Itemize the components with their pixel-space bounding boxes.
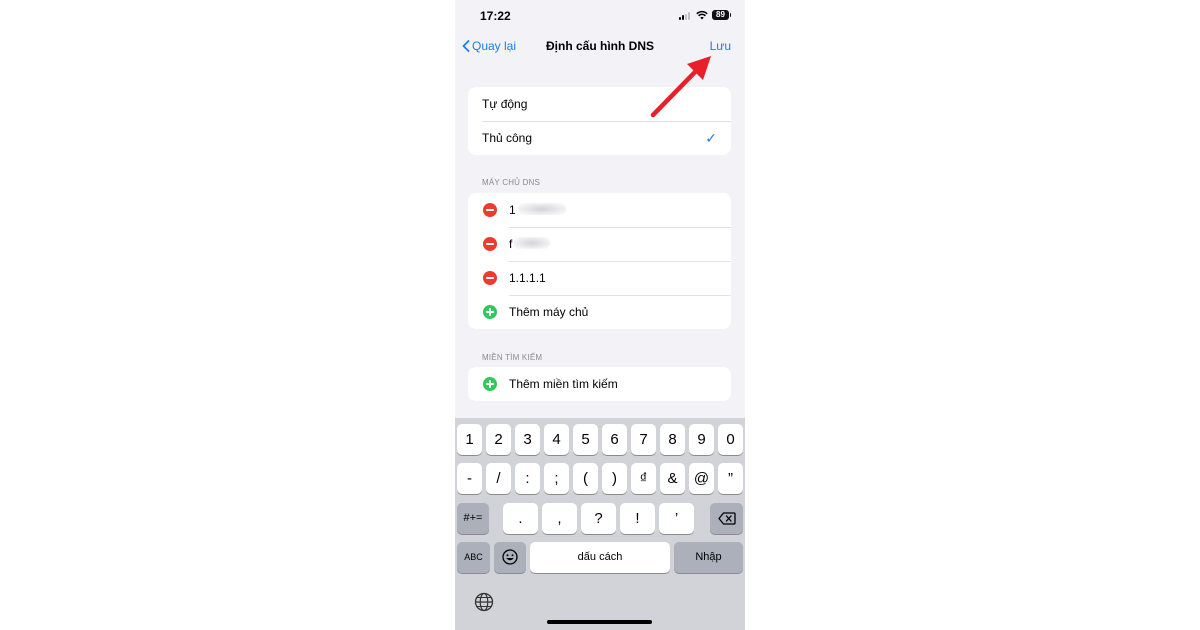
backspace-icon	[717, 512, 736, 525]
dns-server-value: 1	[509, 203, 516, 217]
add-icon[interactable]	[483, 305, 497, 319]
add-search-domain-label: Thêm miền tìm kiếm	[509, 377, 618, 391]
key-open-paren[interactable]: (	[573, 463, 598, 494]
add-icon[interactable]	[483, 377, 497, 391]
key-7[interactable]: 7	[631, 424, 656, 455]
key-9[interactable]: 9	[689, 424, 714, 455]
dns-server-value: 1.1.1.1	[509, 271, 546, 285]
dns-servers-group: 1 f 1.1.1.1 Thêm máy chủ	[468, 193, 731, 329]
key-at[interactable]: @	[689, 463, 714, 494]
key-hyphen[interactable]: -	[457, 463, 482, 494]
dns-server-row[interactable]: 1	[468, 193, 731, 227]
dns-server-row[interactable]: f	[468, 227, 731, 261]
key-period[interactable]: .	[503, 503, 538, 534]
option-label: Tự động	[482, 97, 528, 111]
key-ampersand[interactable]: &	[660, 463, 685, 494]
key-6[interactable]: 6	[602, 424, 627, 455]
key-apostrophe[interactable]: ’	[659, 503, 694, 534]
key-exclamation[interactable]: !	[620, 503, 655, 534]
key-5[interactable]: 5	[573, 424, 598, 455]
key-colon[interactable]: :	[515, 463, 540, 494]
config-mode-group: Tự động Thủ công ✓	[468, 87, 731, 155]
page-title: Định cấu hình DNS	[546, 39, 654, 53]
key-comma[interactable]: ,	[542, 503, 577, 534]
option-label: Thủ công	[482, 131, 533, 145]
key-abc[interactable]: ABC	[457, 542, 490, 573]
key-semicolon[interactable]: ;	[544, 463, 569, 494]
backspace-key[interactable]	[710, 503, 743, 534]
key-4[interactable]: 4	[544, 424, 569, 455]
status-time: 17:22	[480, 9, 511, 23]
key-1[interactable]: 1	[457, 424, 482, 455]
status-bar: 17:22 89	[455, 0, 745, 32]
checkmark-icon: ✓	[705, 130, 717, 146]
add-server-label: Thêm máy chủ	[509, 305, 589, 319]
space-key[interactable]: dấu cách	[530, 542, 670, 573]
dns-server-row[interactable]: 1.1.1.1	[468, 261, 731, 295]
save-button[interactable]: Lưu	[710, 39, 731, 53]
emoji-key[interactable]	[494, 542, 526, 573]
key-question[interactable]: ?	[581, 503, 616, 534]
delete-icon[interactable]	[483, 271, 497, 285]
key-close-paren[interactable]: )	[602, 463, 627, 494]
dns-servers-section-label: MÁY CHỦ DNS	[482, 178, 541, 187]
cellular-signal-icon	[679, 12, 691, 20]
search-domains-section-label: MIỀN TÌM KIẾM	[482, 353, 543, 362]
dns-server-value: f	[509, 237, 513, 251]
navigation-bar: Quay lại Định cấu hình DNS Lưu	[455, 32, 745, 62]
key-quote[interactable]: ”	[718, 463, 743, 494]
emoji-icon	[502, 549, 518, 565]
battery-icon: 89	[712, 10, 731, 20]
key-dong[interactable]: ₫	[631, 463, 656, 494]
globe-icon[interactable]	[474, 592, 494, 612]
wifi-icon	[696, 10, 708, 20]
key-symbols-toggle[interactable]: #+=	[457, 503, 489, 534]
home-indicator	[547, 620, 652, 624]
key-0[interactable]: 0	[718, 424, 743, 455]
return-key[interactable]: Nhập	[674, 542, 743, 573]
add-search-domain-row[interactable]: Thêm miền tìm kiếm	[468, 367, 731, 401]
key-8[interactable]: 8	[660, 424, 685, 455]
option-manual[interactable]: Thủ công ✓	[468, 121, 731, 155]
numeric-keyboard: 1 2 3 4 5 6 7 8 9 0 - / : ; ( ) ₫ & @ ” …	[455, 418, 745, 630]
delete-icon[interactable]	[483, 203, 497, 217]
add-server-row[interactable]: Thêm máy chủ	[468, 295, 731, 329]
delete-icon[interactable]	[483, 237, 497, 251]
redacted-blur	[517, 203, 566, 215]
key-3[interactable]: 3	[515, 424, 540, 455]
redacted-blur	[514, 237, 551, 249]
phone-screen: 17:22 89 Quay lại Định cấu hình DNS Lưu …	[455, 0, 745, 630]
key-slash[interactable]: /	[486, 463, 511, 494]
search-domains-group: Thêm miền tìm kiếm	[468, 367, 731, 401]
key-2[interactable]: 2	[486, 424, 511, 455]
option-automatic[interactable]: Tự động	[468, 87, 731, 121]
